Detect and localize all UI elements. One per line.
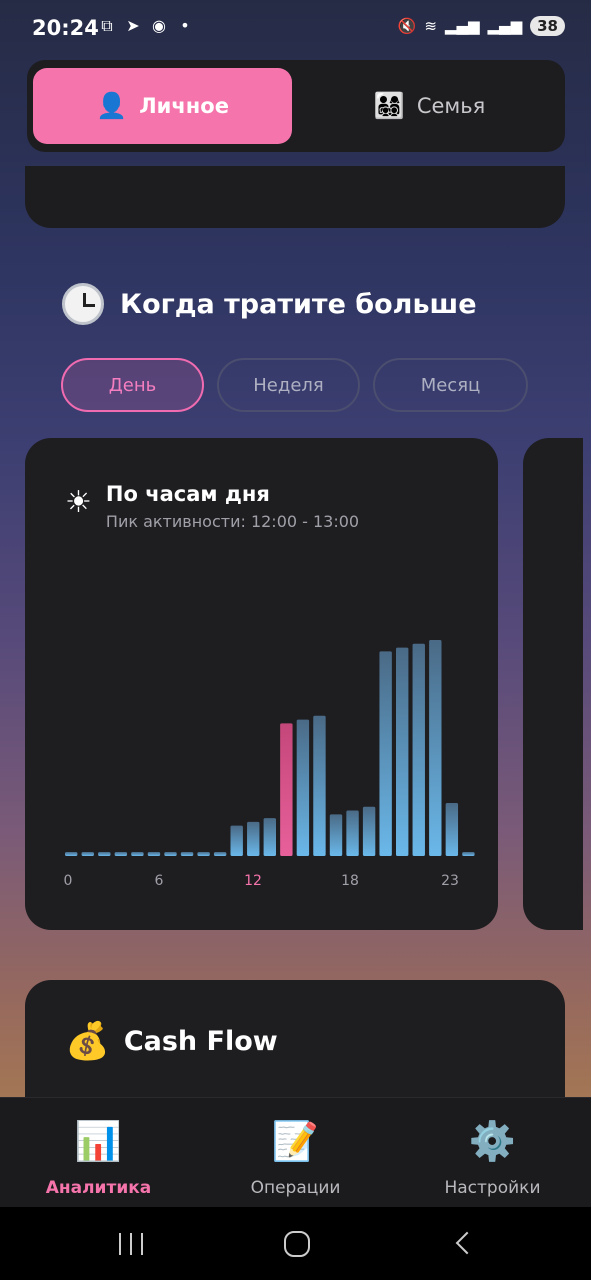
tab-personal[interactable]: 👤 Личное <box>33 68 292 144</box>
chart-bar <box>98 852 111 856</box>
clock-icon <box>62 283 104 325</box>
app-icon: ◉ <box>152 16 166 35</box>
period-month-button[interactable]: Месяц <box>373 358 528 412</box>
mode-switcher: 👤 Личное 👨‍👩‍👧‍👦 Семья <box>27 60 565 152</box>
nav-analytics[interactable]: 📊 Аналитика <box>0 1098 197 1207</box>
recent-icon <box>130 1233 132 1255</box>
battery-badge: 38 <box>530 16 565 36</box>
chart-bar <box>296 719 310 856</box>
chart-bar <box>462 852 475 856</box>
chart-bar <box>197 852 210 856</box>
recent-apps-button[interactable] <box>111 1227 151 1261</box>
tab-family[interactable]: 👨‍👩‍👧‍👦 Семья <box>300 68 559 144</box>
person-icon: 👤 <box>96 91 128 120</box>
chart-bar <box>379 651 392 856</box>
chart-bar <box>346 810 359 856</box>
chart-bar <box>280 723 293 856</box>
chart-bar <box>329 814 343 856</box>
nav-analytics-label: Аналитика <box>45 1178 152 1198</box>
cash-flow-card[interactable]: 💰 Cash Flow <box>25 980 565 1110</box>
tab-family-label: Семья <box>416 94 486 118</box>
chart-bar <box>213 852 227 856</box>
chart-bar <box>429 640 442 856</box>
chart-bar <box>65 852 78 856</box>
x-tick-label: 6 <box>155 873 164 889</box>
back-button[interactable] <box>445 1227 485 1261</box>
x-tick-label: 23 <box>441 873 459 889</box>
section-title: Когда тратите больше <box>62 283 477 325</box>
period-day-button[interactable]: День <box>61 358 204 412</box>
family-icon: 👨‍👩‍👧‍👦 <box>373 91 405 120</box>
cash-flow-title: 💰 Cash Flow <box>65 1020 278 1062</box>
mute-icon: 🔇 <box>397 17 417 35</box>
next-chart-card[interactable] <box>523 438 583 930</box>
status-notification-icons: ⧉ ➤ ◉ • <box>98 17 194 35</box>
status-time: 20:24 <box>32 16 99 40</box>
section-title-text: Когда тратите больше <box>120 288 477 320</box>
home-button[interactable] <box>277 1227 317 1261</box>
cash-flow-title-text: Cash Flow <box>123 1025 278 1057</box>
x-tick-label: 12 <box>244 873 262 889</box>
chart-bar <box>362 806 376 856</box>
chart-bar <box>263 818 276 856</box>
home-icon <box>284 1231 310 1257</box>
tab-personal-label: Личное <box>139 94 229 118</box>
chart-bar <box>313 715 326 856</box>
signal-icon: ▂▄▆ <box>487 17 523 35</box>
nav-settings-label: Настройки <box>444 1178 541 1198</box>
x-tick-label: 0 <box>64 873 73 889</box>
back-icon <box>455 1231 479 1255</box>
bottom-nav: 📊 Аналитика 📝 Операции ⚙️ Настройки <box>0 1097 591 1207</box>
screenshot-icon: ⧉ <box>101 16 113 35</box>
chart-bar <box>81 852 94 856</box>
chart-bar <box>230 825 243 856</box>
nav-operations[interactable]: 📝 Операции <box>197 1098 394 1207</box>
chart-bar <box>164 852 177 856</box>
chart-bar <box>412 643 425 856</box>
chart-bar <box>445 802 459 856</box>
recent-icon <box>141 1233 143 1255</box>
gear-icon: ⚙️ <box>468 1119 517 1163</box>
dot-icon: • <box>180 16 190 35</box>
nav-settings[interactable]: ⚙️ Настройки <box>394 1098 591 1207</box>
status-bar: 20:24 ⧉ ➤ ◉ • 🔇 ≋ ▂▄▆ ▂▄▆ 38 <box>0 0 591 58</box>
period-selector: День Неделя Месяц <box>61 358 528 412</box>
x-tick-label: 18 <box>341 873 359 889</box>
status-system-icons: 🔇 ≋ ▂▄▆ ▂▄▆ 38 <box>398 16 565 36</box>
hourly-bar-chart: 0 6 12 18 23 <box>64 640 475 889</box>
previous-card <box>25 166 565 228</box>
money-bag-icon: 💰 <box>65 1021 110 1062</box>
signal-icon: ▂▄▆ <box>444 17 480 35</box>
recent-icon <box>119 1233 121 1255</box>
telegram-icon: ➤ <box>126 16 140 35</box>
system-nav-bar <box>0 1207 591 1280</box>
period-week-button[interactable]: Неделя <box>217 358 360 412</box>
nav-operations-label: Операции <box>250 1178 341 1198</box>
chart-bar <box>247 821 260 856</box>
chart-bar <box>396 647 409 856</box>
memo-icon: 📝 <box>271 1119 320 1163</box>
chart-bar <box>147 852 161 856</box>
bar-chart-icon: 📊 <box>74 1119 123 1163</box>
wifi-icon: ≋ <box>424 17 437 35</box>
chart-bar <box>114 852 128 856</box>
chart-bar <box>131 852 144 856</box>
hourly-chart-card[interactable]: ☀ По часам дня Пик активности: 12:00 - 1… <box>25 438 498 930</box>
chart-bar <box>180 852 194 856</box>
